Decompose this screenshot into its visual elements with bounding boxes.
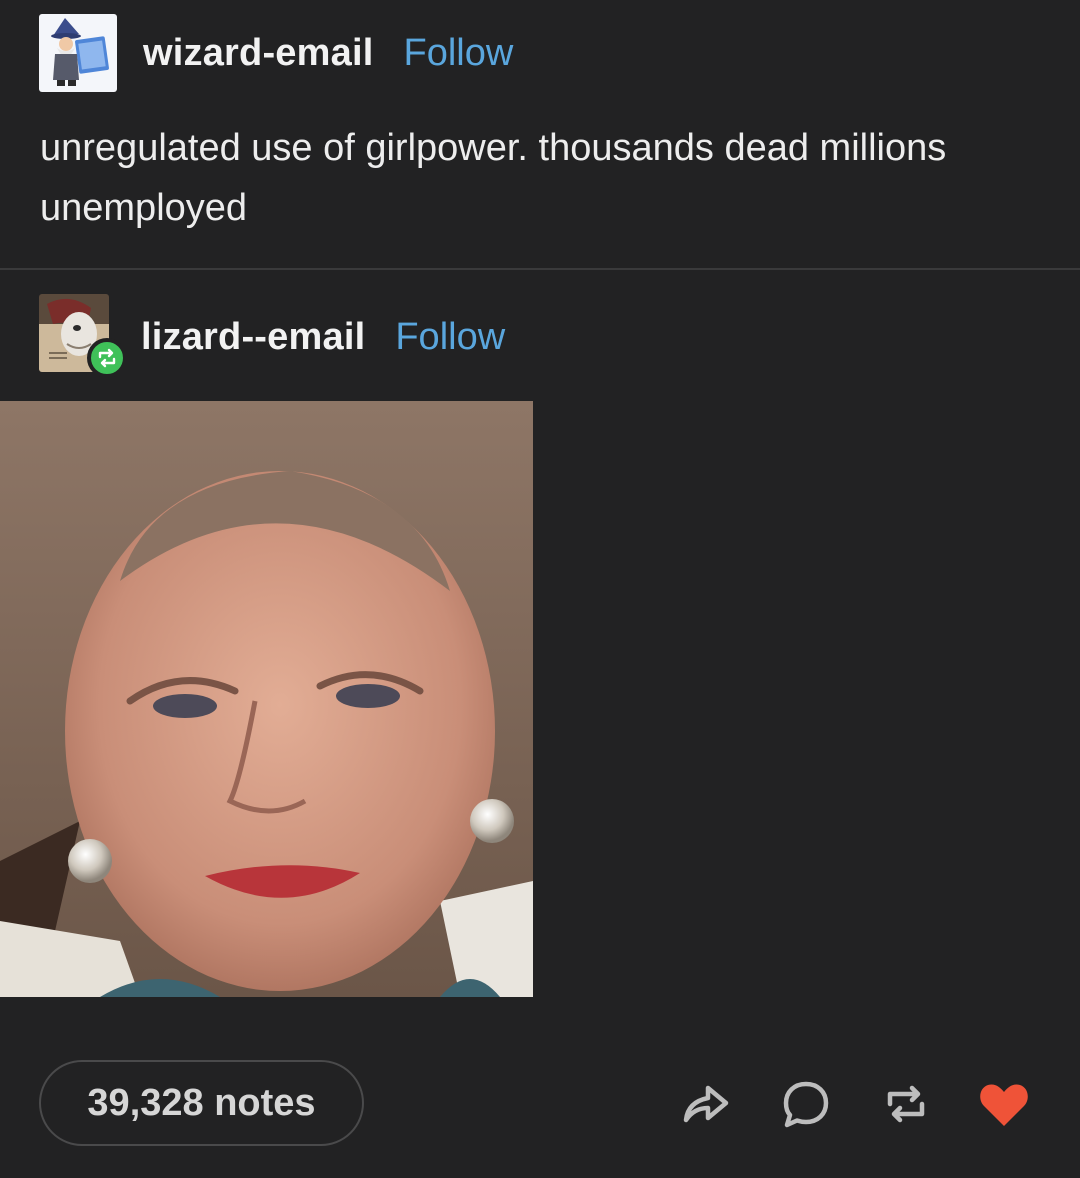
like-icon[interactable] bbox=[976, 1076, 1032, 1132]
follow-button[interactable]: Follow bbox=[403, 32, 513, 75]
wizard-avatar[interactable] bbox=[39, 14, 117, 92]
author-username[interactable]: wizard-email bbox=[143, 32, 373, 75]
tumblr-post: wizard-email Follow unregulated use of g… bbox=[0, 0, 1080, 1178]
reblog-badge bbox=[87, 338, 127, 378]
wizard-avatar-icon bbox=[39, 14, 117, 92]
post-text: unregulated use of girlpower. thousands … bbox=[40, 127, 947, 229]
post-photo[interactable] bbox=[0, 401, 533, 997]
follow-button-reblog[interactable]: Follow bbox=[395, 316, 505, 359]
divider bbox=[0, 268, 1080, 270]
reblog-avatar-wrap bbox=[39, 294, 127, 380]
reblog-icon[interactable] bbox=[878, 1076, 934, 1132]
reply-icon[interactable] bbox=[778, 1076, 834, 1132]
notes-count[interactable]: 39,328 notes bbox=[39, 1060, 364, 1146]
share-icon[interactable] bbox=[678, 1076, 734, 1132]
reblog-badge-icon bbox=[98, 348, 116, 368]
portrait-photo bbox=[0, 401, 533, 997]
post-header: wizard-email Follow bbox=[39, 14, 513, 92]
reblog-header: lizard--email Follow bbox=[39, 294, 505, 380]
reblog-username[interactable]: lizard--email bbox=[141, 316, 365, 359]
